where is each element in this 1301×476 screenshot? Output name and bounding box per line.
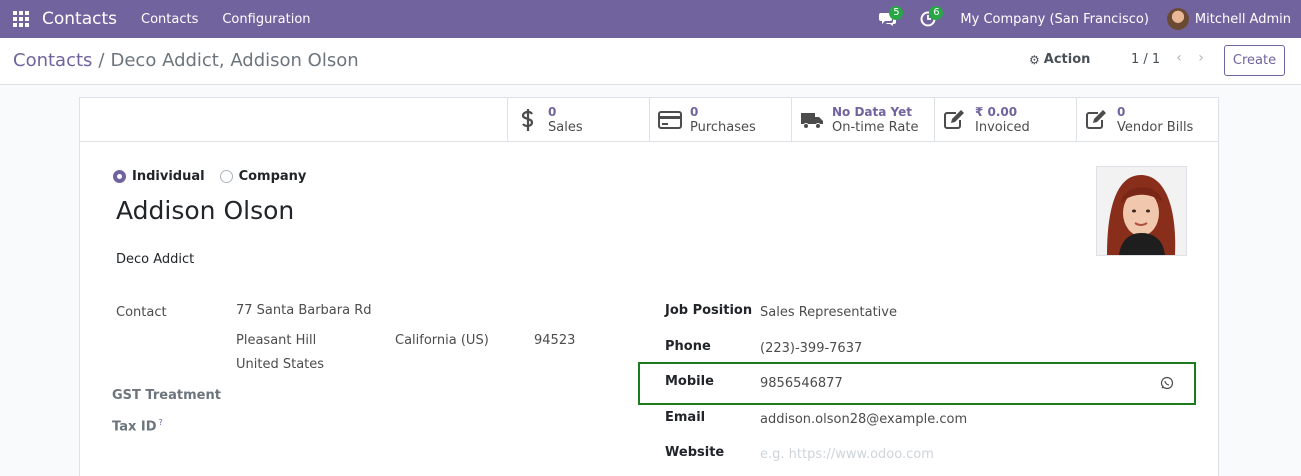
- activities-button[interactable]: 6: [908, 0, 948, 38]
- mobile-label: Mobile: [665, 374, 714, 389]
- action-menu-button[interactable]: ⚙ Action: [1029, 52, 1090, 67]
- activities-count-badge: 6: [929, 6, 944, 20]
- company-radio-label[interactable]: Company: [239, 169, 307, 184]
- invoiced-stat-button[interactable]: ₹ 0.00 Invoiced: [934, 98, 1077, 142]
- truck-icon: [792, 111, 832, 129]
- vendor-bills-label: Vendor Bills: [1117, 120, 1194, 135]
- breadcrumb: Contacts / Deco Addict, Addison Olson: [13, 50, 359, 71]
- purchases-label: Purchases: [690, 120, 756, 135]
- website-label: Website: [665, 445, 725, 460]
- pencil-square-icon: [1077, 110, 1117, 130]
- pager-previous-icon[interactable]: ‹: [1168, 50, 1190, 66]
- vendor-bills-stat-button[interactable]: 0 Vendor Bills: [1076, 98, 1218, 142]
- city-field[interactable]: Pleasant Hill: [236, 333, 316, 348]
- breadcrumb-current: Deco Addict, Addison Olson: [110, 50, 359, 71]
- individual-radio[interactable]: [113, 170, 126, 183]
- user-menu[interactable]: Mitchell Admin: [1166, 8, 1291, 30]
- sales-stat-button[interactable]: 0 Sales: [507, 98, 650, 142]
- email-field[interactable]: addison.olson28@example.com: [760, 412, 967, 427]
- company-switcher[interactable]: My Company (San Francisco): [960, 12, 1148, 27]
- email-label: Email: [665, 410, 706, 425]
- company-type-radio-group: Individual Company: [113, 169, 321, 184]
- sales-value: 0: [548, 105, 557, 119]
- mobile-field[interactable]: 9856546877: [760, 376, 843, 391]
- messages-button[interactable]: 5: [868, 0, 908, 38]
- individual-radio-label[interactable]: Individual: [132, 169, 205, 184]
- mobile-highlight-box: [638, 362, 1196, 405]
- tax-id-help-icon[interactable]: ?: [159, 418, 163, 427]
- contact-photo[interactable]: [1096, 166, 1187, 256]
- breadcrumb-separator: /: [98, 50, 105, 71]
- tax-id-label-text: Tax ID: [112, 419, 157, 435]
- vendor-bills-value: 0: [1117, 105, 1126, 119]
- on-time-rate-label: On-time Rate: [832, 120, 919, 135]
- smart-button-box: 0 Sales 0 Purchases No Data Yet On-time …: [80, 98, 1218, 142]
- messages-count-badge: 5: [889, 6, 904, 20]
- phone-field[interactable]: (223)-399-7637: [760, 341, 862, 356]
- menu-contacts[interactable]: Contacts: [141, 12, 198, 27]
- job-position-label: Job Position: [665, 303, 753, 318]
- menu-configuration[interactable]: Configuration: [222, 12, 310, 27]
- control-panel: Contacts / Deco Addict, Addison Olson ⚙ Ac…: [0, 38, 1301, 85]
- pager-next-icon[interactable]: ›: [1190, 50, 1212, 66]
- invoiced-label: Invoiced: [975, 120, 1030, 135]
- on-time-rate-value: No Data Yet: [832, 105, 912, 119]
- country-field[interactable]: United States: [236, 357, 324, 372]
- dollar-icon: [508, 108, 548, 132]
- create-button[interactable]: Create: [1224, 45, 1285, 76]
- parent-company-field[interactable]: Deco Addict: [116, 252, 194, 267]
- tax-id-label: Tax ID?: [112, 418, 163, 434]
- apps-menu-icon[interactable]: [0, 0, 42, 38]
- form-sheet: 0 Sales 0 Purchases No Data Yet On-time …: [79, 97, 1219, 476]
- phone-label: Phone: [665, 339, 711, 354]
- gear-icon: ⚙: [1029, 52, 1040, 67]
- zip-field[interactable]: 94523: [534, 333, 575, 348]
- action-label: Action: [1043, 52, 1091, 67]
- contact-name-field[interactable]: Addison Olson: [116, 196, 294, 225]
- website-field[interactable]: e.g. https://www.odoo.com: [760, 447, 934, 462]
- state-field[interactable]: California (US): [395, 333, 489, 348]
- breadcrumb-contacts-link[interactable]: Contacts: [13, 50, 92, 71]
- app-brand[interactable]: Contacts: [42, 9, 117, 29]
- street-field[interactable]: 77 Santa Barbara Rd: [236, 303, 372, 318]
- address-label: Contact: [116, 305, 167, 320]
- company-radio[interactable]: [219, 170, 233, 183]
- pager-value[interactable]: 1 / 1: [1131, 52, 1160, 67]
- credit-card-icon: [650, 111, 690, 129]
- invoiced-value: ₹ 0.00: [975, 105, 1018, 119]
- on-time-rate-stat-button[interactable]: No Data Yet On-time Rate: [791, 98, 935, 142]
- top-navbar: Contacts Contacts Configuration 5 6 My C…: [0, 0, 1301, 38]
- gst-treatment-label: GST Treatment: [112, 388, 221, 403]
- user-avatar: [1166, 8, 1189, 30]
- purchases-stat-button[interactable]: 0 Purchases: [649, 98, 792, 142]
- whatsapp-icon[interactable]: [1160, 376, 1174, 390]
- purchases-value: 0: [690, 105, 699, 119]
- user-name: Mitchell Admin: [1194, 11, 1291, 27]
- pencil-square-icon: [935, 110, 975, 130]
- sales-label: Sales: [548, 120, 583, 135]
- job-position-field[interactable]: Sales Representative: [760, 305, 897, 320]
